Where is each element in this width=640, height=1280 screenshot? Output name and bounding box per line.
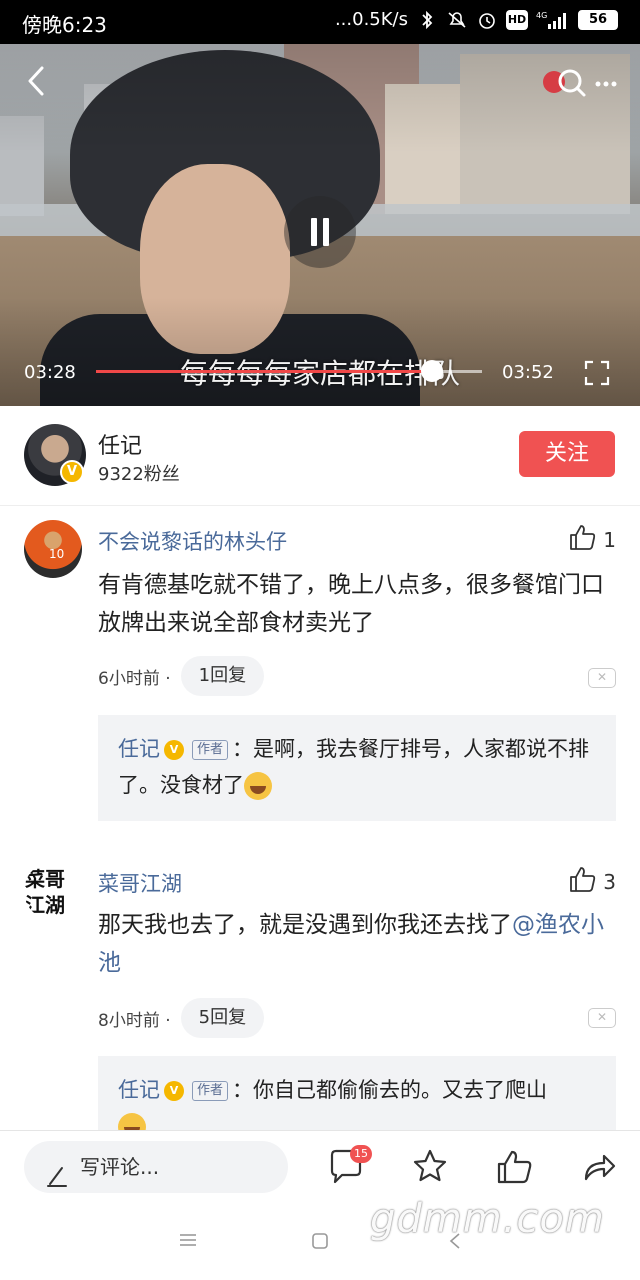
- hd-icon: HD: [506, 9, 528, 30]
- status-time: 傍晚6:23: [22, 13, 107, 37]
- progress-knob[interactable]: [420, 360, 443, 382]
- like-button[interactable]: 3: [567, 864, 616, 899]
- comment-meta: 6小时前 · 1回复: [98, 656, 265, 696]
- svg-text:4G: 4G: [536, 11, 547, 20]
- verified-badge-icon: V: [164, 740, 184, 760]
- network-speed: ...0.5K/s: [334, 9, 408, 30]
- svg-text:10: 10: [49, 547, 64, 561]
- author-row: V 任记 9322粉丝 关注: [0, 406, 640, 506]
- reply-author-name[interactable]: 任记: [118, 1078, 160, 1102]
- battery-icon: 56: [578, 9, 618, 30]
- comment-time: 6小时前 ·: [98, 668, 171, 689]
- comment-text-body: 那天我也去了，就是没遇到你我还去找了: [98, 912, 512, 938]
- comment-item: 10 不会说黎话的林头仔 1 有肯德基吃就不错了，晚上八点多，很多餐馆门口放牌出…: [0, 520, 640, 830]
- comment-text: 有肯德基吃就不错了，晚上八点多，很多餐馆门口放牌出来说全部食材卖光了: [98, 572, 604, 636]
- commenter-name[interactable]: 不会说黎话的林头仔: [98, 526, 287, 556]
- favorite-star-button[interactable]: [410, 1147, 450, 1187]
- mute-bell-icon: [446, 10, 468, 30]
- video-player[interactable]: 每每每每家店都在排队 03:28 03:52: [0, 44, 640, 406]
- author-tag: 作者: [192, 740, 229, 760]
- current-time: 03:28: [24, 362, 76, 383]
- like-count: 3: [603, 869, 616, 894]
- like-video-button[interactable]: [494, 1147, 534, 1187]
- comment-meta: 8小时前 · 5回复: [98, 998, 265, 1038]
- status-icons: ...0.5K/s HD 4G 56: [335, 9, 618, 30]
- follow-button[interactable]: 关注: [519, 431, 615, 477]
- verified-badge-icon: V: [164, 1081, 184, 1101]
- reply-text: ：是啊，我去餐厅排号，人家都说不排了。没食材了: [118, 737, 590, 797]
- dismiss-comment-button[interactable]: ✕: [588, 668, 616, 688]
- author-name[interactable]: 任记: [98, 428, 142, 460]
- laughing-crying-emoji-icon: [244, 772, 272, 800]
- home-nav-icon[interactable]: [311, 1232, 329, 1254]
- menu-nav-icon[interactable]: [178, 1232, 198, 1252]
- author-tag: 作者: [192, 1081, 229, 1101]
- like-button[interactable]: 1: [567, 522, 616, 557]
- thumbs-up-icon: [567, 522, 597, 557]
- fullscreen-button[interactable]: [584, 360, 610, 386]
- comment-text: 那天我也去了，就是没遇到你我还去找了@渔农小池: [98, 906, 618, 982]
- commenter-name[interactable]: 菜哥江湖: [98, 868, 182, 898]
- pause-button[interactable]: [284, 196, 356, 268]
- like-count: 1: [603, 527, 616, 552]
- reply-text: ：你自己都偷偷去的。又去了爬山: [232, 1078, 548, 1102]
- comment-count-badge: 15: [350, 1145, 372, 1163]
- video-duration: 03:52: [502, 362, 554, 383]
- video-progress-bar[interactable]: [96, 360, 482, 382]
- dismiss-comment-button[interactable]: ✕: [588, 1008, 616, 1028]
- alarm-icon: [476, 10, 498, 30]
- thumbs-up-icon: [567, 864, 597, 899]
- signal-icon: 4G: [536, 10, 570, 30]
- replies-button[interactable]: 5回复: [180, 998, 265, 1038]
- comment-time: 8小时前 ·: [98, 1010, 171, 1031]
- author-fans-count: 9322粉丝: [98, 464, 180, 485]
- svg-text:菜哥: 菜哥: [24, 867, 65, 891]
- replies-button[interactable]: 1回复: [180, 656, 265, 696]
- comment-item: 菜哥 江湖 菜哥江湖 3 那天我也去了，就是没遇到你我还去找了@渔农小池 8小时…: [0, 862, 640, 1166]
- more-options-button[interactable]: [540, 68, 620, 105]
- progress-fill: [96, 370, 432, 373]
- verified-badge: V: [60, 460, 84, 484]
- bluetooth-icon: [416, 10, 438, 30]
- svg-text:江湖: 江湖: [25, 893, 65, 917]
- write-comment-input[interactable]: 写评论...: [24, 1141, 288, 1193]
- write-comment-placeholder: 写评论...: [80, 1155, 160, 1179]
- commenter-avatar[interactable]: 菜哥 江湖: [24, 862, 82, 920]
- reply-preview[interactable]: 任记 V 作者 ：是啊，我去餐厅排号，人家都说不排了。没食材了: [98, 715, 616, 821]
- reply-author-name[interactable]: 任记: [118, 737, 160, 761]
- commenter-avatar[interactable]: 10: [24, 520, 82, 578]
- share-button[interactable]: [580, 1147, 620, 1187]
- status-bar: 傍晚6:23 ...0.5K/s HD 4G 56: [0, 0, 640, 44]
- bottom-action-bar: 写评论... 15: [0, 1130, 640, 1204]
- back-button[interactable]: [22, 64, 52, 98]
- watermark: gdmm.com: [370, 1196, 605, 1242]
- pencil-icon: [46, 1155, 70, 1187]
